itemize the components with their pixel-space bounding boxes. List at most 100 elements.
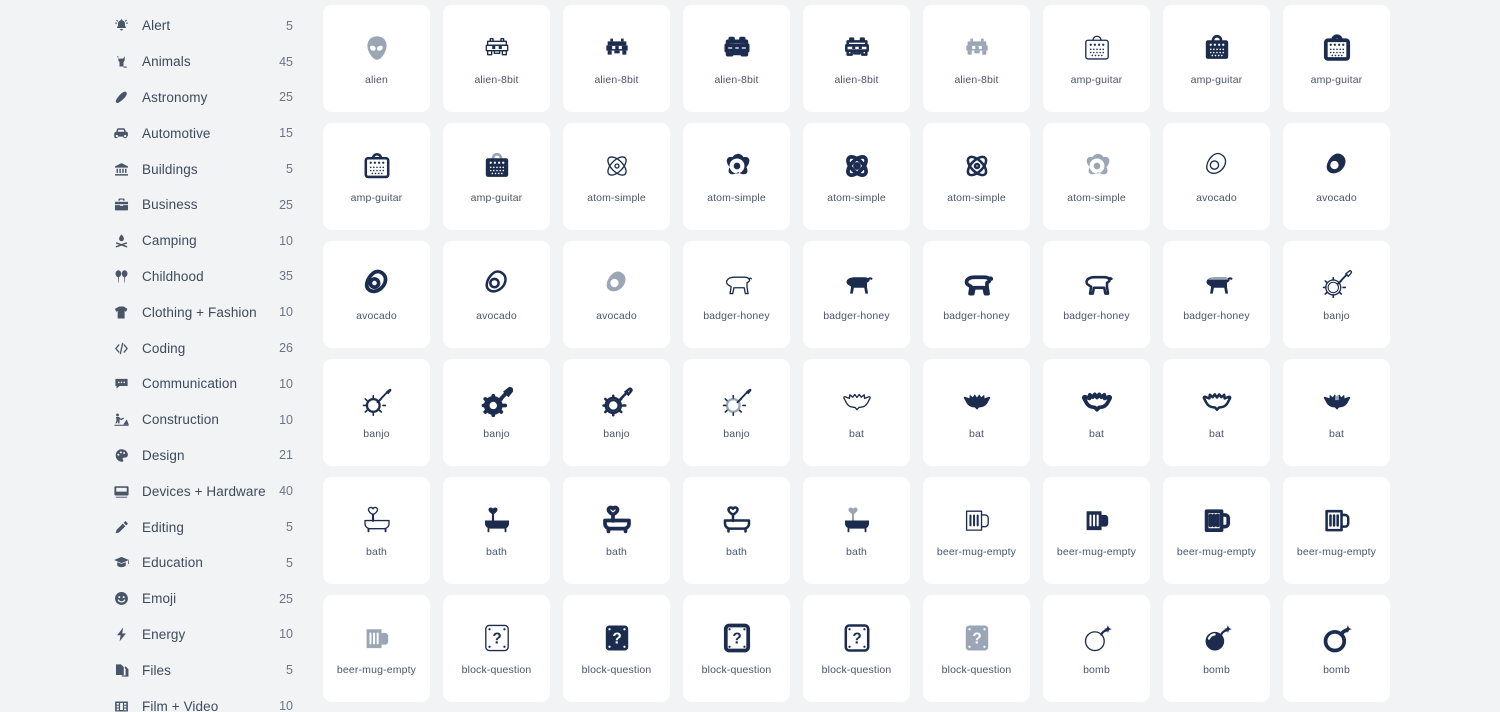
sidebar-item-automotive[interactable]: Automotive 15 [0,115,323,151]
badger-honey-icon [840,267,874,301]
icon-card[interactable]: beer-mug-empty [323,595,430,702]
sidebar-item-count: 5 [286,555,293,570]
icon-card[interactable]: badger-honey [923,241,1030,348]
icon-card[interactable]: beer-mug-empty [1043,477,1150,584]
icon-card[interactable]: beer-mug-empty [1283,477,1390,584]
category-sidebar[interactable]: Alert 5 Animals 45 Astronomy 25 Automotive 15 Bu… [0,0,323,712]
tshirt-icon [112,303,130,321]
icon-card[interactable]: alien-8bit [803,5,910,112]
icon-card[interactable]: bomb [1043,595,1150,702]
icon-card-label: alien-8bit [714,74,759,87]
icon-card[interactable]: amp-guitar [323,123,430,230]
icon-card-label: block-question [461,664,532,677]
film-strip-icon [112,697,130,712]
icon-card[interactable]: atom-simple [563,123,670,230]
alien-8bit-icon [480,31,514,65]
icon-card[interactable]: amp-guitar [443,123,550,230]
icon-card[interactable]: alien [323,5,430,112]
icon-card[interactable]: avocado [1163,123,1270,230]
block-question-icon: ? [480,621,514,655]
sidebar-item-education[interactable]: Education 5 [0,545,323,581]
icon-card[interactable]: ? block-question [683,595,790,702]
icon-card[interactable]: ? block-question [443,595,550,702]
icon-card-label: atom-simple [827,192,886,205]
icon-card[interactable]: bat [1043,359,1150,466]
sidebar-item-communication[interactable]: Communication 10 [0,366,323,402]
icon-card[interactable]: ? block-question [563,595,670,702]
icon-card[interactable]: bath [803,477,910,584]
icon-card[interactable]: avocado [443,241,550,348]
icon-card[interactable]: avocado [563,241,670,348]
sidebar-item-devices-hardware[interactable]: Devices + Hardware 40 [0,473,323,509]
icon-card[interactable]: alien-8bit [683,5,790,112]
sidebar-item-energy[interactable]: Energy 10 [0,617,323,653]
sidebar-item-label: Files [142,662,172,678]
sidebar-item-count: 25 [279,90,293,105]
icon-card[interactable]: bomb [1283,595,1390,702]
sidebar-item-animals[interactable]: Animals 45 [0,44,323,80]
icon-card[interactable]: badger-honey [803,241,910,348]
sidebar-item-camping[interactable]: Camping 10 [0,223,323,259]
icon-card[interactable]: banjo [443,359,550,466]
icon-card[interactable]: banjo [563,359,670,466]
icon-card[interactable]: atom-simple [923,123,1030,230]
icon-card[interactable]: atom-simple [683,123,790,230]
icon-card[interactable]: bat [1163,359,1270,466]
icon-card[interactable]: bomb [1163,595,1270,702]
icon-card-label: beer-mug-empty [936,546,1017,559]
sidebar-item-coding[interactable]: Coding 26 [0,330,323,366]
icon-card[interactable]: bat [1283,359,1390,466]
icon-card[interactable]: alien-8bit [443,5,550,112]
sidebar-item-label: Automotive [142,125,211,141]
sidebar-item-construction[interactable]: Construction 10 [0,402,323,438]
icon-card[interactable]: bat [803,359,910,466]
sidebar-item-count: 15 [279,126,293,141]
icon-card-label: bomb [1083,664,1110,677]
icon-card[interactable]: avocado [1283,123,1390,230]
block-question-icon: ? [720,621,754,655]
icon-card[interactable]: bath [683,477,790,584]
icon-card-label: alien-8bit [474,74,519,87]
sidebar-item-business[interactable]: Business 25 [0,187,323,223]
sidebar-item-design[interactable]: Design 21 [0,438,323,474]
sidebar-item-clothing-fashion[interactable]: Clothing + Fashion 10 [0,294,323,330]
icon-card[interactable]: badger-honey [1163,241,1270,348]
sidebar-item-astronomy[interactable]: Astronomy 25 [0,80,323,116]
icon-card[interactable]: bath [443,477,550,584]
icon-card[interactable]: amp-guitar [1283,5,1390,112]
sidebar-item-count: 5 [286,162,293,177]
banjo-icon [360,385,394,419]
icon-card[interactable]: banjo [1283,241,1390,348]
icon-card[interactable]: alien-8bit [563,5,670,112]
sidebar-item-buildings[interactable]: Buildings 5 [0,151,323,187]
icon-card[interactable]: bat [923,359,1030,466]
icon-card-label: avocado [356,310,397,323]
icon-card[interactable]: badger-honey [1043,241,1150,348]
banjo-icon [480,385,514,419]
icon-card[interactable]: beer-mug-empty [923,477,1030,584]
icon-card[interactable]: amp-guitar [1043,5,1150,112]
icon-card[interactable]: banjo [323,359,430,466]
atom-simple-icon [600,149,634,183]
sidebar-item-files[interactable]: Files 5 [0,652,323,688]
icon-card[interactable]: atom-simple [803,123,910,230]
icon-card[interactable]: atom-simple [1043,123,1150,230]
icon-card[interactable]: bath [323,477,430,584]
icon-card[interactable]: amp-guitar [1163,5,1270,112]
svg-text:?: ? [492,631,501,648]
icon-card[interactable]: ? block-question [803,595,910,702]
icon-card[interactable]: banjo [683,359,790,466]
sidebar-item-alert[interactable]: Alert 5 [0,8,323,44]
icon-card[interactable]: avocado [323,241,430,348]
icon-card[interactable]: beer-mug-empty [1163,477,1270,584]
sidebar-item-childhood[interactable]: Childhood 35 [0,259,323,295]
icon-card-label: atom-simple [707,192,766,205]
icon-card[interactable]: badger-honey [683,241,790,348]
briefcase-icon [112,196,130,214]
icon-card[interactable]: bath [563,477,670,584]
icon-card[interactable]: ? block-question [923,595,1030,702]
icon-card[interactable]: alien-8bit [923,5,1030,112]
sidebar-item-film-video[interactable]: Film + Video 10 [0,688,323,712]
sidebar-item-emoji[interactable]: Emoji 25 [0,581,323,617]
sidebar-item-editing[interactable]: Editing 5 [0,509,323,545]
